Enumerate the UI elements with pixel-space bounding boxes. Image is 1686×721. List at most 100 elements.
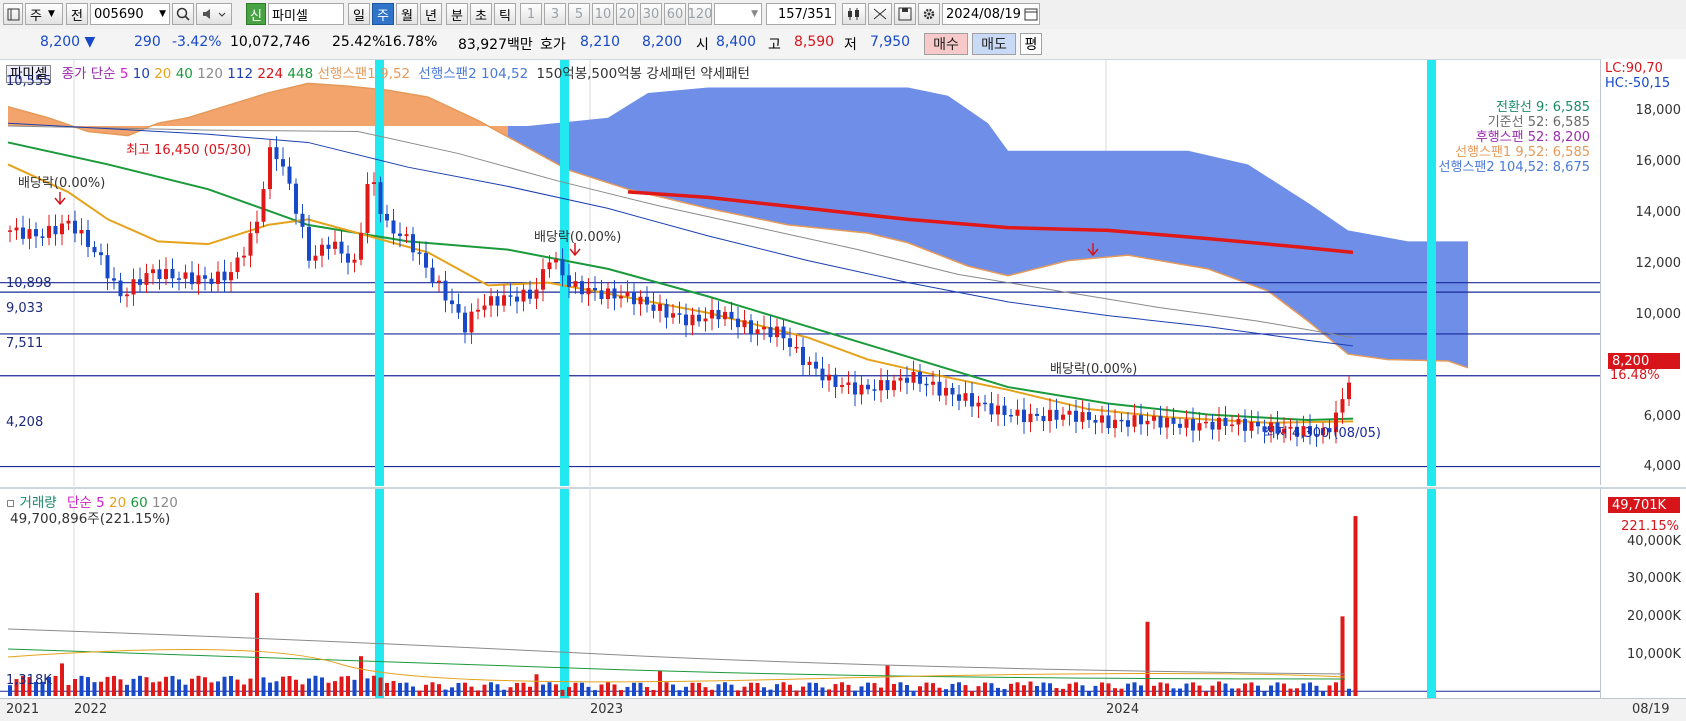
- period-tick[interactable]: 틱: [494, 3, 516, 25]
- interval-5[interactable]: 5: [568, 3, 590, 25]
- data-count-field[interactable]: 157/351: [766, 3, 836, 25]
- stock-code-input[interactable]: 005690 ▼: [90, 3, 170, 25]
- volume-bar: [1009, 683, 1013, 696]
- interval-10[interactable]: 10: [592, 3, 614, 25]
- volume-bar: [443, 689, 448, 696]
- candle-body: [1041, 415, 1046, 422]
- high-label: 고: [768, 37, 781, 53]
- candle-body: [1165, 417, 1169, 428]
- volume-bar: [1126, 683, 1130, 696]
- volume-bar: [60, 663, 64, 696]
- candle-body: [1347, 382, 1351, 400]
- interval-1[interactable]: 1: [520, 3, 542, 25]
- volume-bar: [138, 675, 142, 696]
- candle-body: [411, 234, 415, 253]
- time-x-axis[interactable]: 2021 2022 2023 2024 08/19: [0, 698, 1686, 721]
- sell-button[interactable]: 매도: [972, 33, 1016, 55]
- level-label-1: 10,555: [6, 74, 52, 89]
- period-second[interactable]: 초: [470, 3, 492, 25]
- new-badge: 신: [246, 3, 266, 25]
- price-y-axis[interactable]: LC:90,70 HC:-50,15 18,000 16,000 14,000 …: [1600, 59, 1686, 485]
- candle-body: [528, 289, 532, 299]
- current-price: 8,200 ▼: [40, 34, 96, 50]
- candle-body: [281, 159, 285, 167]
- candle-body: [1080, 412, 1085, 422]
- volume-bar: [1236, 688, 1241, 696]
- volume-bar: [1035, 686, 1039, 696]
- volume-bar: [476, 690, 480, 696]
- candle-body: [606, 288, 610, 300]
- save-icon[interactable]: [894, 3, 916, 25]
- candle-body: [840, 385, 844, 387]
- volume-bar: [1184, 683, 1189, 696]
- volume-bar: [879, 687, 883, 696]
- candle-body: [1256, 421, 1260, 427]
- volume-bar: [281, 676, 285, 696]
- prev-button[interactable]: 전: [66, 3, 88, 25]
- price-chart-panel[interactable]: 파미셀 종가 단순 5 10 20 40 120 112 224 448 선행스…: [0, 59, 1600, 486]
- volume-ratio: 25.42%: [332, 34, 386, 50]
- volume-bar: [1061, 688, 1065, 696]
- candle-body: [937, 381, 942, 396]
- volume-bar: [437, 684, 441, 696]
- candle-body: [963, 393, 968, 401]
- period-day[interactable]: 일: [348, 3, 370, 25]
- crosshair-icon[interactable]: [868, 3, 892, 25]
- interval-20[interactable]: 20: [616, 3, 638, 25]
- volume-bar: [1048, 683, 1052, 696]
- volume-bar: [105, 676, 110, 696]
- candle-body: [469, 311, 474, 333]
- interval-60[interactable]: 60: [664, 3, 686, 25]
- candle-body: [14, 227, 19, 231]
- candle-body: [1074, 410, 1078, 422]
- candle-body: [918, 371, 922, 384]
- candle-body: [450, 300, 454, 305]
- volume-bar: [970, 690, 974, 696]
- search-icon[interactable]: [172, 3, 194, 25]
- candle-body: [222, 271, 227, 281]
- period-year[interactable]: 년: [420, 3, 442, 25]
- period-type-select[interactable]: 주 ▼: [25, 3, 63, 25]
- chart-menu-icon[interactable]: [3, 3, 23, 25]
- volume-bar: [235, 679, 240, 696]
- candle-body: [53, 225, 58, 235]
- period-week[interactable]: 주: [372, 3, 394, 25]
- candle-icon[interactable]: [842, 3, 866, 25]
- candle-body: [261, 189, 266, 222]
- volume-chart-panel[interactable]: ▫ 거래량 단순 5 20 60 120 49,700,896주(221.15%…: [0, 487, 1600, 700]
- interval-120[interactable]: 120: [688, 3, 712, 25]
- candle-body: [521, 289, 526, 302]
- candle-body: [794, 346, 799, 349]
- gear-icon[interactable]: [918, 3, 940, 25]
- stock-name-field[interactable]: 파미셀: [268, 3, 344, 25]
- buy-button[interactable]: 매수: [924, 33, 968, 55]
- candle-body: [736, 318, 740, 328]
- volume-bar: [944, 689, 948, 696]
- volume-bar: [1074, 682, 1078, 696]
- volume-bar: [534, 674, 539, 696]
- eval-button[interactable]: 평: [1020, 33, 1042, 55]
- calendar-icon[interactable]: [1022, 3, 1040, 25]
- volume-bar: [450, 687, 454, 696]
- candle-body: [1035, 413, 1039, 416]
- period-minute[interactable]: 분: [446, 3, 468, 25]
- candle-body: [716, 309, 721, 320]
- interval-30[interactable]: 30: [640, 3, 662, 25]
- volume-ma-60: [7, 648, 1346, 680]
- candle-body: [1126, 420, 1130, 427]
- candle-body: [346, 253, 350, 263]
- interval-3[interactable]: 3: [544, 3, 566, 25]
- period-month[interactable]: 월: [396, 3, 418, 25]
- level-label-2: 10,898: [6, 276, 52, 291]
- volume-y-axis[interactable]: 40,000K 30,000K 20,000K 10,000K 221.15%: [1600, 487, 1686, 700]
- trade-amount: 83,927백만: [458, 37, 533, 53]
- candle-body: [476, 309, 480, 312]
- candle-body: [274, 147, 279, 160]
- candle-body: [625, 291, 630, 297]
- ichimoku-span2: 선행스팬2 104,52: 8,675: [1438, 160, 1590, 175]
- speaker-icon[interactable]: [196, 3, 232, 25]
- candle-body: [599, 290, 604, 300]
- interval-select[interactable]: ▼: [714, 3, 762, 25]
- x-label-2022: 2022: [74, 702, 108, 717]
- volume-bar: [554, 684, 558, 696]
